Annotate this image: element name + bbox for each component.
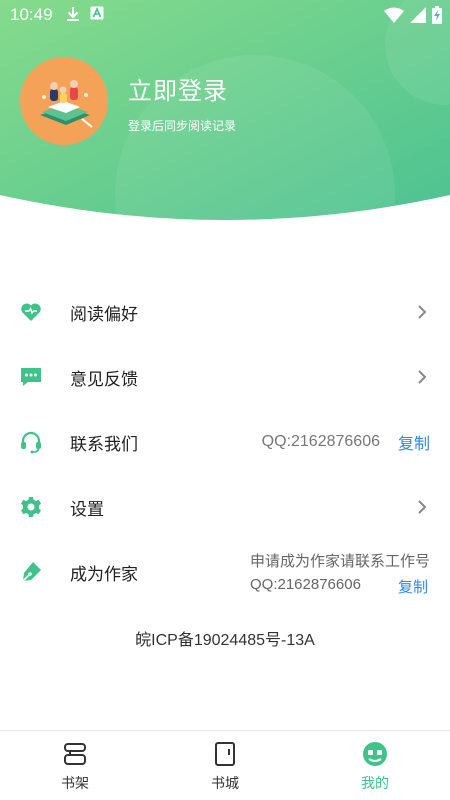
reading-illustration-icon: [20, 57, 108, 145]
bookshelf-icon: [64, 743, 86, 765]
menu-label-contact: 联系我们: [70, 434, 138, 454]
chat-bubble-icon: [21, 368, 41, 386]
chevron-right-icon: [418, 500, 427, 514]
nav-tab-bookshelf[interactable]: 书架: [0, 731, 150, 800]
bottom-navigation: 书架 书城 我的: [0, 730, 450, 800]
profile-header: 10:49 立即登录 登录后同步阅读记录: [0, 0, 450, 225]
login-button[interactable]: 立即登录: [128, 71, 228, 106]
pen-icon: [22, 562, 41, 582]
nav-tab-bookstore[interactable]: 书城: [150, 731, 300, 800]
status-bar: 10:49: [0, 0, 450, 32]
status-time: 10:49: [10, 5, 53, 24]
a-notification-icon: [90, 6, 104, 20]
contact-qq-number: QQ:2162876606: [261, 433, 380, 450]
nav-tab-profile[interactable]: 我的: [300, 731, 450, 800]
download-icon: [67, 7, 79, 21]
chevron-right-icon: [418, 370, 427, 384]
menu-item-reading-preference[interactable]: 阅读偏好: [0, 280, 450, 344]
nav-label-bookstore: 书城: [211, 775, 239, 791]
menu-label-reading-preference: 阅读偏好: [70, 304, 138, 324]
signal-icon: [410, 7, 426, 23]
author-copy-button[interactable]: 复制: [398, 576, 428, 597]
menu-item-feedback[interactable]: 意见反馈: [0, 345, 450, 409]
gear-icon: [21, 497, 41, 517]
author-apply-hint: 申请成为作家请联系工作号: [249, 553, 430, 570]
menu-item-contact: 联系我们 QQ:2162876606 复制: [0, 410, 450, 474]
chevron-right-icon: [418, 305, 427, 319]
icp-record: 皖ICP备19024485号-13A: [135, 632, 315, 649]
wifi-icon: [384, 7, 404, 23]
menu-label-become-author: 成为作家: [70, 564, 138, 584]
menu-label-feedback: 意见反馈: [70, 369, 138, 389]
heart-icon: [21, 303, 41, 321]
headset-icon: [21, 431, 41, 454]
profile-icon: [363, 742, 387, 766]
contact-copy-button[interactable]: 复制: [398, 430, 430, 454]
book-store-icon: [215, 742, 235, 766]
avatar[interactable]: [20, 57, 108, 145]
author-qq-number: QQ:2162876606: [250, 576, 361, 593]
menu-label-settings: 设置: [70, 499, 104, 519]
menu-item-settings[interactable]: 设置: [0, 475, 450, 539]
login-subtitle: 登录后同步阅读记录: [128, 119, 237, 133]
nav-label-profile: 我的: [361, 775, 389, 791]
battery-charging-icon: [432, 6, 442, 24]
nav-label-bookshelf: 书架: [61, 775, 89, 791]
